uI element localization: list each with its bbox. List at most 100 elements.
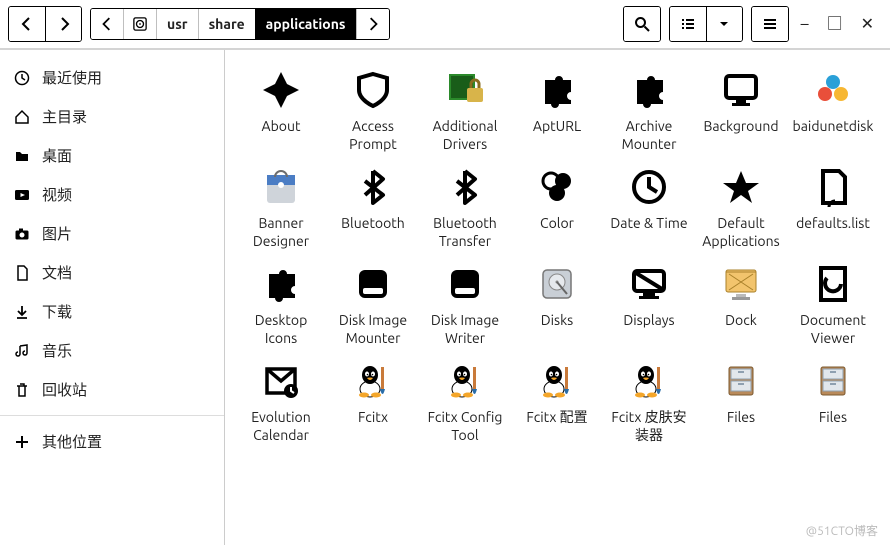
app-item[interactable]: Desktop Icons [237,256,325,347]
sidebar-item-label: 视频 [42,184,72,205]
star-icon [717,163,765,211]
clock-icon [14,70,30,86]
breadcrumb-seg-2[interactable]: applications [255,9,356,39]
app-label: Fcitx Config Tool [422,409,508,444]
shield-icon [349,66,397,114]
puzzle-icon [257,260,305,308]
app-item[interactable]: Files [697,353,785,444]
nav-buttons [8,6,82,42]
app-label: Fcitx 皮肤安装器 [606,409,692,444]
puzzle-icon [625,66,673,114]
breadcrumb-root-disk[interactable] [123,9,156,39]
app-item[interactable]: Bluetooth [329,159,417,250]
app-item[interactable]: Banner Designer [237,159,325,250]
folder-icon [14,148,30,164]
app-item[interactable]: Disk Image Writer [421,256,509,347]
sidebar-item-4[interactable]: 图片 [0,214,224,253]
app-item[interactable]: defaults.list [789,159,877,250]
app-label: Additional Drivers [422,118,508,153]
app-item[interactable]: baidunetdisk [789,62,877,153]
breadcrumb: usr share applications [90,8,390,40]
app-item[interactable]: Bluetooth Transfer [421,159,509,250]
sidebar-item-7[interactable]: 音乐 [0,331,224,370]
app-item[interactable]: Fcitx Config Tool [421,353,509,444]
app-item[interactable]: Evolution Calendar [237,353,325,444]
sidebar-other-locations[interactable]: 其他位置 [0,422,224,461]
app-item[interactable]: Access Prompt [329,62,417,153]
sidebar-item-2[interactable]: 桌面 [0,136,224,175]
sidebar-item-label: 其他位置 [42,431,102,452]
app-item[interactable]: Files [789,353,877,444]
app-label: baidunetdisk [793,118,874,136]
tux-brush-icon [441,357,489,405]
disk-icon [349,260,397,308]
app-item[interactable]: Disks [513,256,601,347]
sidebar-item-label: 桌面 [42,145,72,166]
app-item[interactable]: About [237,62,325,153]
app-item[interactable]: AptURL [513,62,601,153]
app-label: Bluetooth [341,215,405,233]
sidebar-item-label: 文档 [42,262,72,283]
app-item[interactable]: Additional Drivers [421,62,509,153]
sidebar-item-8[interactable]: 回收站 [0,370,224,409]
app-label: Dock [725,312,757,330]
app-item[interactable]: Fcitx [329,353,417,444]
breadcrumb-seg-0[interactable]: usr [156,9,198,39]
app-item[interactable]: Archive Mounter [605,62,693,153]
sidebar-item-label: 最近使用 [42,67,102,88]
view-buttons [669,6,743,42]
app-label: Displays [623,312,674,330]
caret-down-icon [716,16,732,32]
app-grid: About Access PromptAdditional Drivers AptU… [237,62,878,444]
app-label: Banner Designer [238,215,324,250]
forward-button[interactable] [45,7,81,41]
app-item[interactable]: Document Viewer [789,256,877,347]
circles-icon [533,163,581,211]
sidebar-item-5[interactable]: 文档 [0,253,224,292]
search-group [623,6,661,42]
hamburger-icon [762,16,778,32]
breadcrumb-seg-1[interactable]: share [198,9,255,39]
sidebar-item-label: 回收站 [42,379,87,400]
breadcrumb-scroll-left[interactable] [91,9,123,39]
app-item[interactable]: Dock [697,256,785,347]
sidebar-item-6[interactable]: 下载 [0,292,224,331]
breadcrumb-scroll-right[interactable] [356,9,389,39]
back-button[interactable] [9,7,45,41]
maximize-button[interactable]: □ [827,16,843,32]
search-button[interactable] [624,7,660,41]
app-label: Default Applications [698,215,784,250]
sidebar-item-0[interactable]: 最近使用 [0,58,224,97]
app-label: defaults.list [796,215,870,233]
video-icon [14,187,30,203]
close-button[interactable]: ✕ [861,16,874,32]
sidebar-item-3[interactable]: 视频 [0,175,224,214]
app-label: Disk Image Mounter [330,312,416,347]
app-item[interactable]: Color [513,159,601,250]
menu-dropdown-button[interactable] [706,7,742,41]
app-item[interactable]: Disk Image Mounter [329,256,417,347]
clockbig-icon [625,163,673,211]
app-item[interactable]: Background [697,62,785,153]
app-label: Evolution Calendar [238,409,324,444]
app-label: About [262,118,301,136]
bluetooth-icon [349,163,397,211]
app-item[interactable]: Displays [605,256,693,347]
monitor-icon [717,66,765,114]
app-label: AptURL [533,118,581,136]
app-item[interactable]: Default Applications [697,159,785,250]
list-icon [680,16,696,32]
tux-brush-icon [625,357,673,405]
app-label: Bluetooth Transfer [422,215,508,250]
doc-e-icon [809,260,857,308]
sidebar-item-1[interactable]: 主目录 [0,97,224,136]
sidebar-divider [0,415,224,416]
app-item[interactable]: Fcitx 皮肤安装器 [605,353,693,444]
list-view-button[interactable] [670,7,706,41]
app-item[interactable]: Date & Time [605,159,693,250]
sidebar-item-label: 音乐 [42,340,72,361]
hamburger-button[interactable] [752,7,788,41]
hamburger-group [751,6,789,42]
minimize-button[interactable]: – [801,16,809,32]
app-item[interactable]: Fcitx 配置 [513,353,601,444]
